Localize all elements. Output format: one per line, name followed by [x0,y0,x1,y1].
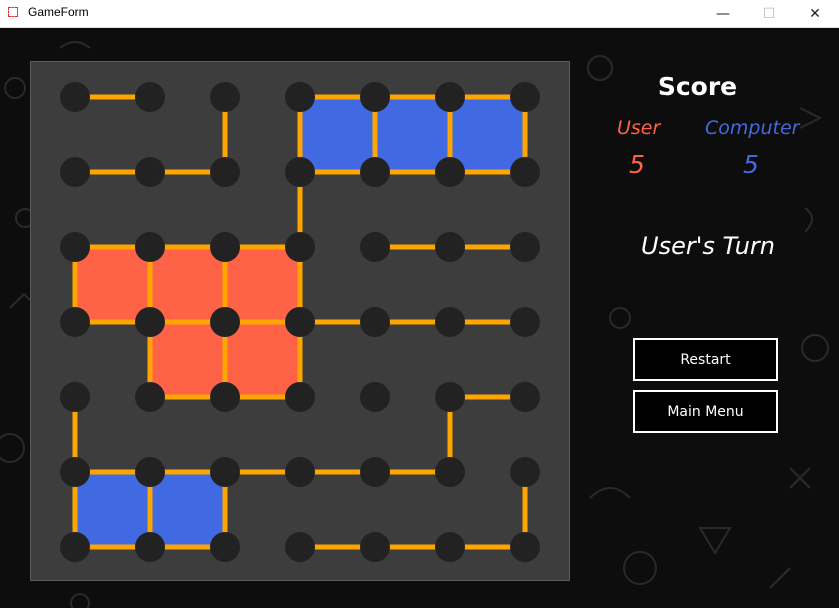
grid-dot[interactable] [210,532,240,562]
grid-dot[interactable] [435,82,465,112]
grid-dot[interactable] [510,232,540,262]
grid-dot[interactable] [360,157,390,187]
maximize-button[interactable]: ☐ [746,0,792,27]
grid-dot[interactable] [510,82,540,112]
user-box [225,247,300,322]
user-box [150,322,225,397]
grid-dot[interactable] [285,232,315,262]
grid-dot[interactable] [135,532,165,562]
grid-dot[interactable] [360,232,390,262]
computer-box [75,472,150,547]
user-box [75,247,150,322]
grid-dot[interactable] [510,532,540,562]
grid-dot[interactable] [210,307,240,337]
grid-dot[interactable] [210,457,240,487]
grid-dot[interactable] [285,457,315,487]
grid-dot[interactable] [60,532,90,562]
grid-dot[interactable] [285,307,315,337]
grid-dot[interactable] [60,232,90,262]
grid-dot[interactable] [135,382,165,412]
user-box [225,322,300,397]
computer-box [300,97,375,172]
grid-dot[interactable] [285,532,315,562]
turn-indicator: User's Turn [641,232,775,260]
grid-dot[interactable] [135,232,165,262]
grid-dot[interactable] [285,82,315,112]
computer-box [150,472,225,547]
grid-dot[interactable] [135,457,165,487]
grid-dot[interactable] [360,532,390,562]
grid-dot[interactable] [135,157,165,187]
computer-score: 5 [743,150,759,179]
grid-dot[interactable] [210,82,240,112]
score-title: Score [657,72,738,101]
game-board[interactable] [30,61,570,581]
grid-dot[interactable] [285,157,315,187]
computer-box [450,97,525,172]
grid-dot[interactable] [360,307,390,337]
grid-dot[interactable] [360,457,390,487]
grid-dot[interactable] [60,457,90,487]
grid-dot[interactable] [435,382,465,412]
restart-button[interactable]: Restart [633,338,778,381]
grid-dot[interactable] [435,157,465,187]
user-label: User [617,117,661,139]
board-canvas[interactable] [0,0,600,608]
grid-dot[interactable] [510,457,540,487]
grid-dot[interactable] [360,82,390,112]
main-menu-button[interactable]: Main Menu [633,390,778,433]
grid-dot[interactable] [510,382,540,412]
grid-dot[interactable] [510,157,540,187]
grid-dot[interactable] [210,382,240,412]
minimize-button[interactable]: — [700,0,746,27]
grid-dot[interactable] [435,532,465,562]
grid-dot[interactable] [360,382,390,412]
grid-dot[interactable] [60,82,90,112]
grid-dot[interactable] [285,382,315,412]
user-score: 5 [629,150,645,179]
grid-dot[interactable] [510,307,540,337]
grid-dot[interactable] [135,82,165,112]
grid-dot[interactable] [135,307,165,337]
grid-dot[interactable] [435,232,465,262]
close-button[interactable]: ✕ [792,0,838,27]
grid-dot[interactable] [60,382,90,412]
computer-box [375,97,450,172]
grid-dot[interactable] [435,307,465,337]
grid-dot[interactable] [60,157,90,187]
user-box [150,247,225,322]
grid-dot[interactable] [210,157,240,187]
grid-dot[interactable] [60,307,90,337]
grid-dot[interactable] [435,457,465,487]
computer-label: Computer [705,117,800,139]
grid-dot[interactable] [210,232,240,262]
